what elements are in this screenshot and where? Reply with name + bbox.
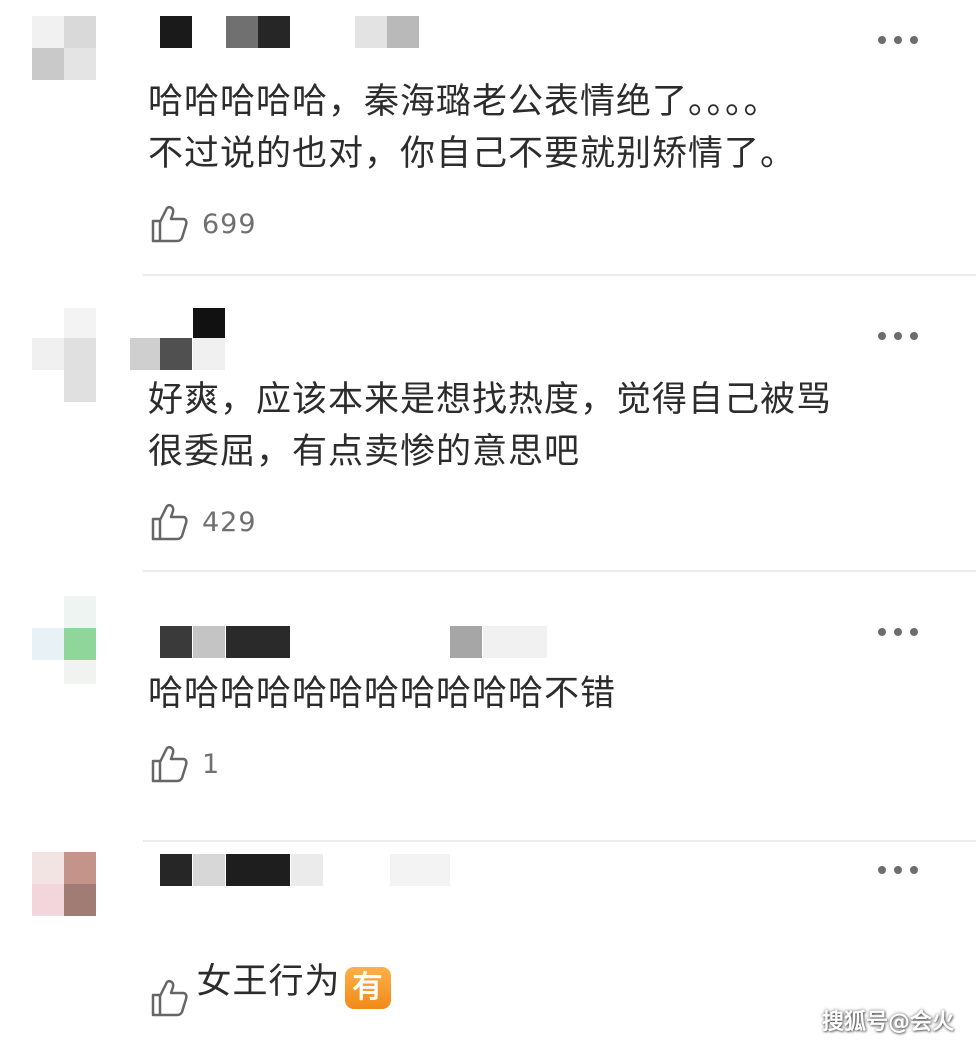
like-count: 1 [202,748,221,780]
like-button[interactable]: 1 [150,744,220,784]
avatar[interactable] [32,852,96,916]
more-dots-icon[interactable] [878,328,918,344]
username-pixelated[interactable] [160,854,460,886]
like-button[interactable]: 429 [150,502,257,542]
avatar[interactable] [32,16,96,80]
like-button[interactable] [150,978,202,1018]
more-dots-icon[interactable] [878,624,918,640]
thumbs-up-icon [151,979,188,1017]
comment-item: 哈哈哈哈哈哈哈哈哈哈哈不错 1 [0,572,976,842]
more-dots-icon[interactable] [878,862,918,878]
comment-text: 哈哈哈哈哈，秦海璐老公表情绝了。。。。 不过说的也对，你自己不要就别矫情了。 [148,82,797,174]
watermark: 搜狐号@会火 [821,1010,954,1035]
like-button[interactable]: 699 [150,204,257,244]
comment-text: 女王行为有 [148,904,916,1061]
username-pixelated[interactable] [160,16,422,48]
comment-item: 好爽，应该本来是想找热度，觉得自己被骂 很委屈，有点卖惨的意思吧 429 [0,276,976,572]
like-count: 429 [202,506,257,538]
comment-item: 哈哈哈哈哈，秦海璐老公表情绝了。。。。 不过说的也对，你自己不要就别矫情了。 6… [0,0,976,276]
thumbs-up-icon [151,205,188,243]
more-dots-icon[interactable] [878,32,918,48]
thumbs-up-icon [151,503,188,541]
thumbs-up-icon [151,745,188,783]
comment-text: 哈哈哈哈哈哈哈哈哈哈哈不错 [148,674,617,714]
avatar[interactable] [32,308,96,402]
avatar[interactable] [32,596,96,684]
username-pixelated[interactable] [130,308,230,372]
comment-text: 好爽，应该本来是想找热度，觉得自己被骂 很委屈，有点卖惨的意思吧 [148,380,833,472]
username-pixelated[interactable] [160,626,560,658]
like-count: 699 [202,208,257,240]
comment-text-content: 女王行为 [196,962,341,1002]
you-emoji-badge: 有 [344,967,391,1009]
